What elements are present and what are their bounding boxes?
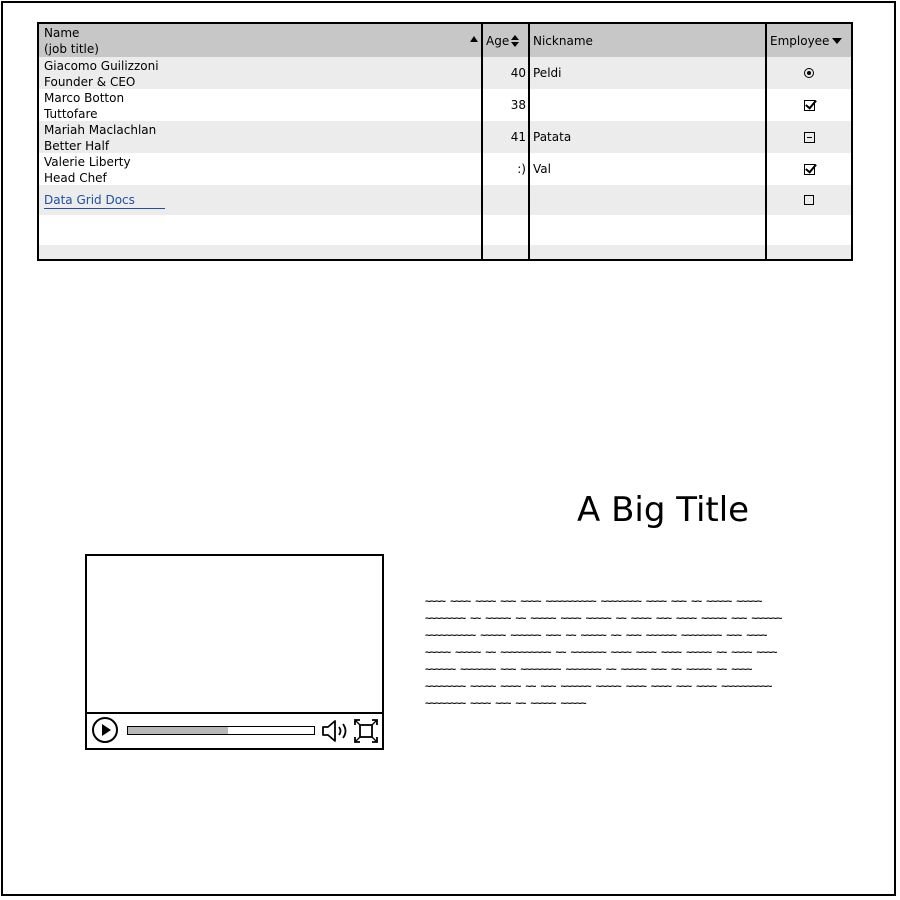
cell-employee [767, 89, 851, 121]
table-row[interactable]: Valerie Liberty Head Chef :) Val [39, 153, 851, 185]
checkbox-indeterminate-icon[interactable] [803, 131, 815, 143]
column-header-nickname[interactable]: Nickname [530, 24, 766, 57]
cell-age: 41 [483, 121, 529, 153]
nickname-value: Peldi [533, 66, 562, 80]
video-controls [87, 712, 382, 748]
table-row: Data Grid Docs [39, 185, 851, 215]
column-header-name-sublabel: (job title) [44, 42, 99, 56]
column-header-age-label: Age [486, 33, 510, 48]
person-title: Better Half [44, 139, 110, 153]
person-title: Founder & CEO [44, 75, 136, 89]
cell-name: Data Grid Docs [39, 185, 482, 215]
column-divider[interactable] [528, 24, 530, 259]
person-name: Valerie Liberty [44, 155, 131, 169]
nickname-value: Patata [533, 130, 572, 144]
table-row[interactable]: Giacomo Guilizzoni Founder & CEO 40 Peld… [39, 57, 851, 89]
cell-age: 40 [483, 57, 529, 89]
cell-name: Mariah Maclachlan Better Half [39, 121, 482, 153]
cell-name: Giacomo Guilizzoni Founder & CEO [39, 57, 482, 89]
table-row[interactable]: Mariah Maclachlan Better Half 41 Patata [39, 121, 851, 153]
cell-nickname: Peldi [530, 57, 766, 89]
cell-nickname [530, 89, 766, 121]
cell-nickname: Patata [530, 121, 766, 153]
cell-employee [767, 121, 851, 153]
column-header-employee[interactable]: Employee [767, 24, 851, 57]
grid-header-row: Name (job title) Age Nickname Employee [39, 24, 851, 57]
cell-age: 38 [483, 89, 529, 121]
column-header-nickname-label: Nickname [533, 33, 593, 48]
column-header-employee-label: Employee [770, 33, 830, 48]
column-header-age[interactable]: Age [483, 24, 529, 57]
sort-both-icon[interactable] [511, 34, 520, 47]
person-title: Head Chef [44, 171, 107, 185]
video-progress-fill [128, 727, 229, 734]
big-title: A Big Title [577, 490, 750, 530]
age-value: 41 [510, 130, 526, 144]
nickname-value: Val [533, 162, 551, 176]
cell-employee [767, 153, 851, 185]
cell-employee [767, 185, 851, 215]
empty-row [39, 245, 851, 259]
cell-name: Marco Botton Tuttofare [39, 89, 482, 121]
person-name: Marco Botton [44, 91, 125, 105]
placeholder-paragraph: ~~~~ ~~~~ ~~~~ ~~~ ~~~~ ~~~~~~~~~~ ~~~~~… [425, 596, 782, 709]
table-row[interactable]: Marco Botton Tuttofare 38 [39, 89, 851, 121]
data-grid: Name (job title) Age Nickname Employee G… [37, 22, 853, 261]
column-header-name-label: Name [44, 26, 80, 40]
age-value: 40 [510, 66, 526, 80]
person-name: Giacomo Guilizzoni [44, 59, 159, 73]
volume-icon[interactable] [321, 719, 351, 743]
cell-employee [767, 57, 851, 89]
play-icon[interactable] [92, 717, 118, 743]
checkbox-unchecked-icon[interactable] [804, 195, 814, 205]
empty-row [39, 215, 851, 245]
cell-name: Valerie Liberty Head Chef [39, 153, 482, 185]
sort-ascending-icon[interactable] [470, 36, 478, 42]
checkbox-checked-icon[interactable] [803, 163, 815, 175]
column-header-name[interactable]: Name (job title) [39, 24, 482, 57]
data-grid-docs-link[interactable]: Data Grid Docs [44, 192, 165, 209]
cell-age: :) [483, 153, 529, 185]
age-value: :) [517, 162, 526, 176]
radio-selected-icon[interactable] [804, 68, 814, 78]
column-divider[interactable] [481, 24, 483, 259]
person-title: Tuttofare [44, 107, 98, 121]
age-value: 38 [510, 98, 526, 112]
checkbox-checked-icon[interactable] [803, 99, 815, 111]
fullscreen-icon[interactable] [354, 719, 378, 743]
cell-nickname: Val [530, 153, 766, 185]
video-progress-bar[interactable] [127, 726, 315, 735]
sort-descending-icon[interactable] [832, 37, 843, 44]
column-divider[interactable] [765, 24, 767, 259]
video-player[interactable] [85, 554, 384, 750]
person-name: Mariah Maclachlan [44, 123, 157, 137]
